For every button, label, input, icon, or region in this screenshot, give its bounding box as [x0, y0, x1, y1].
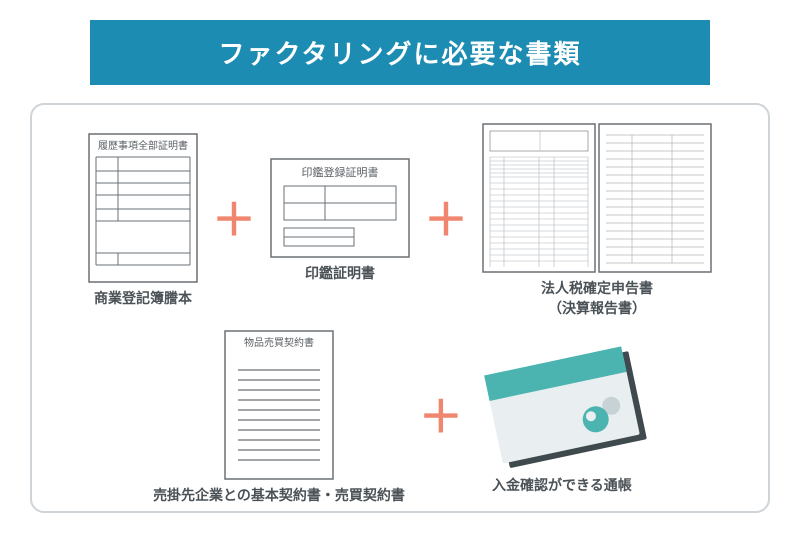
item-seal-certificate: 印鑑登録証明書 印鑑証明書 [270, 158, 410, 284]
item-tax-return: 法人税確定申告書 （決算報告書） [482, 123, 712, 318]
doc-header: 履歴事項全部証明書 [98, 139, 188, 152]
title-text: ファクタリングに必要な書類 [219, 39, 582, 69]
documents-frame: 履歴事項全部証明書 商業登記簿謄本 [30, 103, 770, 513]
row-1: 履歴事項全部証明書 商業登記簿謄本 [54, 123, 746, 318]
document-icon: 履歴事項全部証明書 [88, 133, 198, 283]
caption-seal-certificate: 印鑑証明書 [305, 264, 375, 284]
caption-tax-return: 法人税確定申告書 （決算報告書） [541, 279, 653, 318]
doc-header: 物品売買契約書 [244, 336, 314, 349]
item-commercial-register: 履歴事項全部証明書 商業登記簿謄本 [88, 133, 198, 309]
caption-sales-contract: 売掛先企業との基本契約書・売買契約書 [153, 486, 405, 506]
caption-line1: 法人税確定申告書 [541, 280, 653, 296]
plus-icon: ＋ [208, 199, 260, 243]
item-bankbook: 入金確認ができる通帳 [477, 340, 647, 496]
title-banner: ファクタリングに必要な書類 [90, 20, 710, 85]
row-2: 物品売買契約書 売掛先企業との基本契約書・売買契約書 ＋ [54, 330, 746, 506]
document-pair-icon [482, 123, 712, 273]
bankbook-icon [477, 340, 647, 470]
doc-header: 印鑑登録証明書 [302, 165, 379, 179]
caption-commercial-register: 商業登記簿謄本 [94, 289, 192, 309]
item-sales-contract: 物品売買契約書 売掛先企業との基本契約書・売買契約書 [153, 330, 405, 506]
document-icon: 物品売買契約書 [224, 330, 334, 480]
document-icon: 印鑑登録証明書 [270, 158, 410, 258]
caption-line2: （決算報告書） [548, 300, 646, 316]
plus-icon: ＋ [420, 199, 472, 243]
plus-icon: ＋ [415, 396, 467, 440]
caption-bankbook: 入金確認ができる通帳 [492, 476, 632, 496]
